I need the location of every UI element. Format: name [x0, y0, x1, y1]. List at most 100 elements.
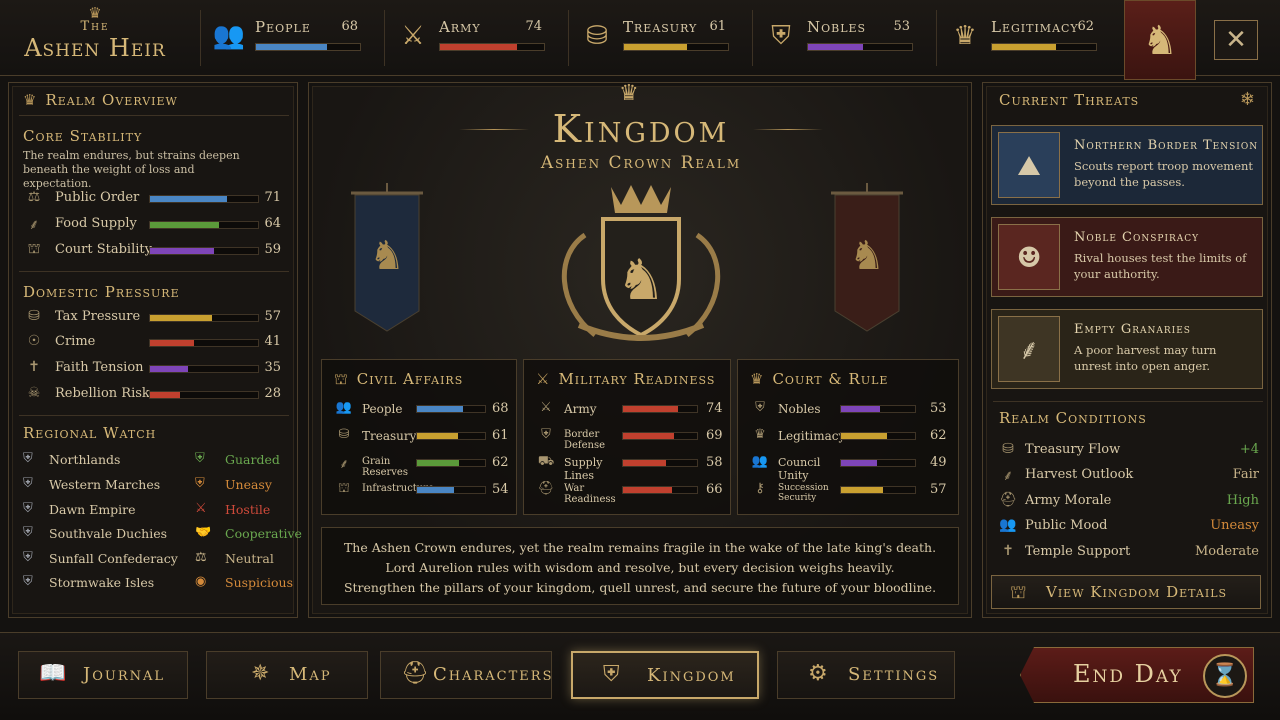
stat-bar: [439, 43, 545, 51]
stat-bar: [807, 43, 913, 51]
view-kingdom-details-button[interactable]: ⛫ View Kingdom Details: [991, 575, 1261, 609]
stat-treasury[interactable]: ⛁ Treasury 61: [568, 10, 738, 66]
civil-affairs-panel: ⛫ Civil Affairs 👥 People 68 ⛁ Treasury 61…: [321, 359, 517, 515]
crossed-swords-icon: ⚔: [536, 370, 551, 388]
row-value: 28: [264, 386, 281, 401]
stat-army[interactable]: ⚔ Army 74: [384, 10, 554, 66]
condition-value: High: [1226, 493, 1259, 508]
row-bar: [840, 405, 916, 413]
council-icon: 👥: [751, 454, 769, 469]
stat-nobles[interactable]: ⛨ Nobles 53: [752, 10, 922, 66]
shield-crest-icon: ⛨: [755, 400, 765, 415]
crown-icon: ♛: [23, 91, 38, 109]
threat-card-empty-granaries[interactable]: ⸙ Empty Granaries A poor harvest may tur…: [991, 309, 1263, 389]
court-and-rule-panel: ♛ Court & Rule ⛨ Nobles 53 ♛ Legitimacy 6…: [737, 359, 959, 515]
logo-crown-icon: ♛: [88, 4, 102, 22]
crown-icon: ♛: [953, 21, 977, 51]
row-label: Border Defense: [564, 429, 606, 451]
row-bar-fill: [623, 460, 666, 466]
bottom-nav-bar: 📖 Journal ✵ Map ⛑ Characters ⛨ Kingdom ⚙…: [0, 632, 1280, 720]
shield-icon: ⛨: [23, 501, 33, 516]
divider: [19, 271, 289, 272]
row-bar-fill: [150, 366, 188, 372]
row-bar-fill: [841, 406, 881, 412]
row-bar: [622, 432, 698, 440]
cross-icon: ✝: [28, 359, 40, 375]
row-value: 59: [264, 242, 281, 257]
row-bar: [840, 459, 916, 467]
region-row-northlands[interactable]: ⛨ Northlands ⛨ Guarded: [23, 451, 289, 471]
svg-text:♞: ♞: [616, 248, 666, 313]
stat-row-public-order[interactable]: ⚖ Public Order 71: [23, 189, 289, 209]
nav-label: Journal: [83, 664, 166, 685]
crown-ornament-icon: ♛: [619, 81, 639, 106]
hourglass-icon: ⌛: [1203, 654, 1247, 698]
nav-kingdom-button[interactable]: ⛨ Kingdom: [571, 651, 759, 699]
people-icon: 👥: [999, 517, 1017, 533]
region-name: Dawn Empire: [49, 502, 136, 517]
row-value: 35: [264, 360, 281, 375]
row-bar-fill: [150, 196, 227, 202]
stat-value: 61: [709, 19, 726, 34]
stat-row-tax-pressure[interactable]: ⛁ Tax Pressure 57: [23, 308, 289, 328]
realm-conditions-title: Realm Conditions: [999, 409, 1147, 427]
region-row-dawn-empire[interactable]: ⛨ Dawn Empire ⚔ Hostile: [23, 501, 289, 521]
row-bar-fill: [841, 460, 878, 466]
threat-card-noble-conspiracy[interactable]: ☻ Noble Conspiracy Rival houses test the…: [991, 217, 1263, 297]
end-day-label: End Day: [1073, 660, 1183, 688]
section-heading: ⛫ Civil Affairs: [334, 370, 463, 390]
shield-icon: ⛨: [23, 574, 33, 589]
row-value: 58: [706, 455, 723, 470]
stat-row-rebellion-risk[interactable]: ☠ Rebellion Risk 28: [23, 385, 289, 405]
kingdom-subtitle: Ashen Crown Realm: [540, 153, 742, 173]
handshake-icon: 🤝: [195, 525, 212, 540]
stat-people[interactable]: 👥 People 68: [200, 10, 370, 66]
row-label: Rebellion Risk: [55, 386, 150, 401]
coins-icon: ⛁: [586, 21, 608, 51]
stat-value: 68: [341, 19, 358, 34]
coins-icon: ⛁: [28, 308, 40, 324]
kingdom-title: Kingdom: [552, 107, 730, 151]
row-bar-fill: [417, 406, 464, 412]
stat-row-court-stability[interactable]: ⛫ Court Stability 59: [23, 241, 289, 261]
wheat-shield-icon: ⸙: [998, 316, 1060, 382]
stat-row-crime[interactable]: ☉ Crime 41: [23, 333, 289, 353]
gear-icon: ⚙: [808, 661, 828, 686]
threats-panel: Current Threats ❄ ⛰ Northern Border Tens…: [982, 82, 1272, 618]
condition-row-army-morale: ⛑ Army Morale High: [997, 492, 1259, 512]
nav-settings-button[interactable]: ⚙ Settings: [777, 651, 955, 699]
row-label: Council Unity: [778, 456, 821, 482]
row-label: People: [362, 402, 403, 416]
blue-lion-banner-icon: ♞: [351, 183, 423, 332]
stat-row-faith-tension[interactable]: ✝ Faith Tension 35: [23, 359, 289, 379]
region-name: Stormwake Isles: [49, 575, 155, 590]
region-row-southvale-duchies[interactable]: ⛨ Southvale Duchies 🤝 Cooperative: [23, 525, 302, 545]
pillar-icon: ⛫: [27, 241, 41, 257]
nav-label: Kingdom: [647, 665, 736, 686]
row-bar-fill: [841, 433, 887, 439]
stat-row-food-supply[interactable]: ⸙ Food Supply 64: [23, 215, 289, 235]
threat-card-northern-border[interactable]: ⛰ Northern Border Tension Scouts report …: [991, 125, 1263, 205]
mask-shield-icon: ☻: [998, 224, 1060, 290]
helmet-icon: ⛑: [401, 661, 429, 686]
row-bar: [149, 339, 259, 347]
region-row-sunfall-confederacy[interactable]: ⛨ Sunfall Confederacy ⚖ Neutral: [23, 550, 289, 570]
nav-characters-button[interactable]: ⛑ Characters: [380, 651, 552, 699]
shield-icon: ⛨: [23, 525, 33, 540]
logo-name: Ashen Heir: [24, 34, 166, 62]
region-row-western-marches[interactable]: ⛨ Western Marches ⛨ Uneasy: [23, 476, 289, 496]
logo-the: The: [80, 19, 110, 34]
wagon-icon: ⛟: [537, 454, 555, 469]
region-row-stormwake-isles[interactable]: ⛨ Stormwake Isles ◉ Suspicious: [23, 574, 293, 594]
stat-bar-fill: [808, 44, 864, 50]
game-logo: ♛ The Ashen Heir: [10, 6, 180, 70]
end-day-button[interactable]: End Day ⌛: [1020, 647, 1254, 703]
divider: [19, 115, 289, 116]
nav-journal-button[interactable]: 📖 Journal: [18, 651, 188, 699]
row-label: Grain Reserves: [362, 456, 408, 478]
stat-legitimacy[interactable]: ♛ Legitimacy 62: [936, 10, 1106, 66]
nav-map-button[interactable]: ✵ Map: [206, 651, 368, 699]
row-bar: [622, 486, 698, 494]
row-label: Public Order: [55, 190, 140, 205]
close-button[interactable]: ✕: [1214, 20, 1258, 60]
